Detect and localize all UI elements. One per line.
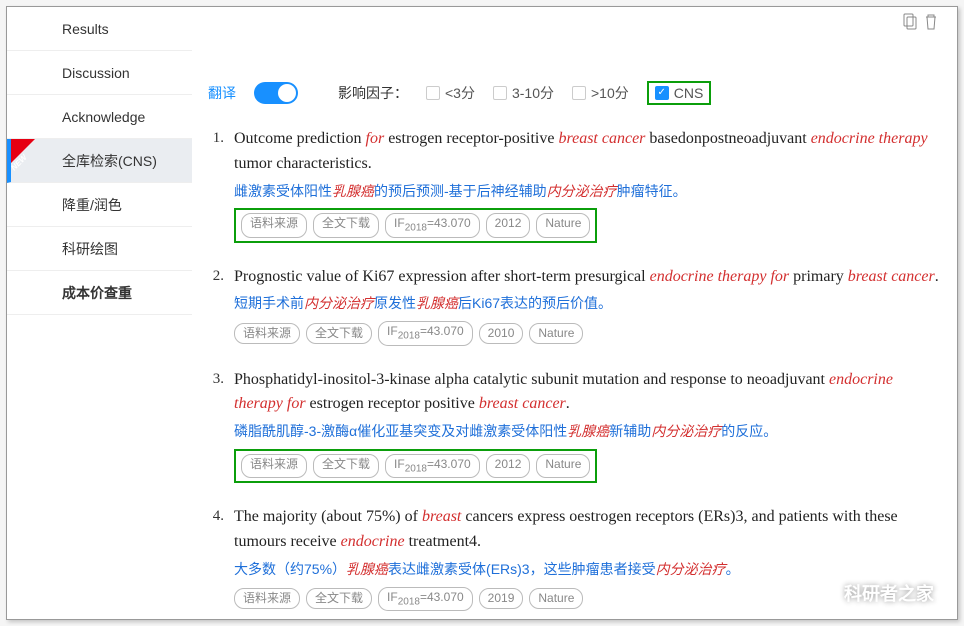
copy-icon[interactable] [901,13,917,36]
result-tag[interactable]: 2019 [479,588,524,609]
result-tag[interactable]: Nature [529,323,583,344]
result-item: 1. Outcome prediction for estrogen recep… [204,127,939,243]
result-title[interactable]: Phosphatidyl-inositol-3-kinase alpha cat… [234,368,939,418]
result-translation: 大多数（约75%）乳腺癌表达雌激素受体(ERs)3，这些肿瘤患者接受内分泌治疗。 [234,559,939,581]
translate-label: 翻译 [208,83,236,103]
result-tag[interactable]: 语料来源 [241,213,307,237]
result-number: 1. [204,127,224,243]
result-tag[interactable]: IF2018=43.070 [385,454,480,478]
result-item: 2. Prognostic value of Ki67 expression a… [204,265,939,346]
result-tag[interactable]: 2010 [479,323,524,344]
result-tag[interactable]: 全文下载 [306,323,372,344]
result-tags: 语料来源全文下载 IF2018=43.070 2010Nature [234,321,939,345]
result-tag[interactable]: 语料来源 [234,323,300,344]
tags-highlight-box: 语料来源全文下载IF2018=43.0702012Nature [234,449,597,483]
result-number: 2. [204,265,224,346]
result-tag[interactable]: Nature [529,588,583,609]
result-number: 4. [204,505,224,611]
if-label: 影响因子： [338,83,408,103]
result-tag[interactable]: 2012 [486,454,531,478]
filter-opt-gt10[interactable]: >10分 [572,83,629,103]
filter-opt-lt3[interactable]: <3分 [426,83,475,103]
filter-opt-3to10[interactable]: 3-10分 [493,83,554,103]
result-tag[interactable]: IF2018=43.070 [378,321,473,345]
sidebar-item-1[interactable]: Discussion [7,51,192,95]
result-tags: 语料来源全文下载IF2018=43.0702012Nature [234,449,939,483]
result-tag[interactable]: IF2018=43.070 [385,213,480,237]
app-frame: ResultsDiscussionAcknowledge全库检索(CNS)NEW… [6,6,958,620]
sidebar-item-6[interactable]: 成本价查重 [7,271,192,315]
sidebar-item-0[interactable]: Results [7,7,192,51]
sidebar-item-3[interactable]: 全库检索(CNS)NEW [7,139,192,183]
top-toolbar [204,7,939,63]
result-title[interactable]: Outcome prediction for estrogen receptor… [234,127,939,177]
result-translation: 雌激素受体阳性乳腺癌的预后预测-基于后神经辅助内分泌治疗肿瘤特征。 [234,181,939,203]
result-item: 4. The majority (about 75%) of breast ca… [204,505,939,611]
result-tag[interactable]: 语料来源 [241,454,307,478]
result-tag[interactable]: 全文下载 [313,454,379,478]
result-translation: 磷脂酰肌醇-3-激酶α催化亚基突变及对雌激素受体阳性乳腺癌新辅助内分泌治疗的反应… [234,421,939,443]
result-tags: 语料来源全文下载IF2018=43.0702012Nature [234,208,939,242]
main-panel: 翻译 影响因子： <3分 3-10分 >10分 CNS 1. Outcome p… [192,7,957,619]
sidebar-item-4[interactable]: 降重/润色 [7,183,192,227]
sidebar-item-5[interactable]: 科研绘图 [7,227,192,271]
sidebar-item-2[interactable]: Acknowledge [7,95,192,139]
result-tag[interactable]: Nature [536,454,590,478]
result-number: 3. [204,368,224,484]
result-tag[interactable]: Nature [536,213,590,237]
results-list: 1. Outcome prediction for estrogen recep… [204,127,939,611]
result-title[interactable]: The majority (about 75%) of breast cance… [234,505,939,555]
result-item: 3. Phosphatidyl-inositol-3-kinase alpha … [204,368,939,484]
tags-highlight-box: 语料来源全文下载IF2018=43.0702012Nature [234,208,597,242]
filter-opt-cns[interactable]: CNS [655,85,704,101]
new-badge: NEW [11,139,35,163]
result-tag[interactable]: 全文下载 [313,213,379,237]
translate-toggle[interactable] [254,82,298,104]
result-tag[interactable]: 全文下载 [306,588,372,609]
result-tag[interactable]: 2012 [486,213,531,237]
result-translation: 短期手术前内分泌治疗原发性乳腺癌后Ki67表达的预后价值。 [234,293,939,315]
sidebar: ResultsDiscussionAcknowledge全库检索(CNS)NEW… [7,7,192,619]
cns-highlight-box: CNS [647,81,712,105]
result-tag[interactable]: IF2018=43.070 [378,587,473,611]
result-title[interactable]: Prognostic value of Ki67 expression afte… [234,265,939,290]
trash-icon[interactable] [923,13,939,36]
result-tags: 语料来源全文下载 IF2018=43.070 2019Nature [234,587,939,611]
result-tag[interactable]: 语料来源 [234,588,300,609]
filter-bar: 翻译 影响因子： <3分 3-10分 >10分 CNS [204,81,939,105]
